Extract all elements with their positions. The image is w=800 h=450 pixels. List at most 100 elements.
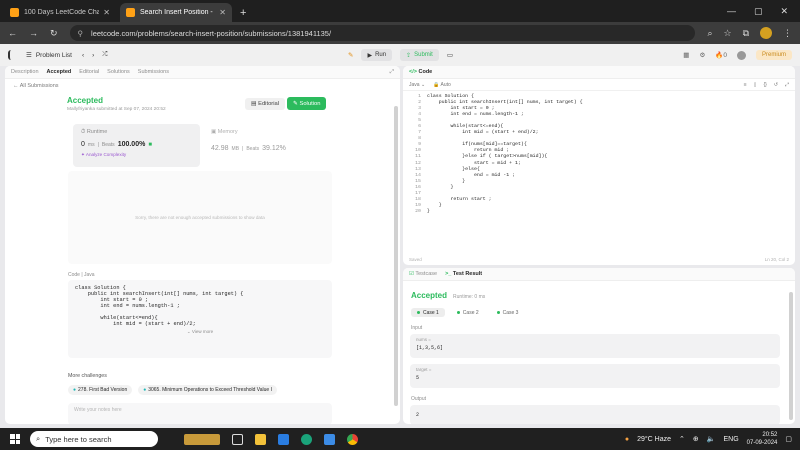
user-avatar[interactable] xyxy=(736,50,746,60)
maximize-icon[interactable]: ▢ xyxy=(754,6,763,17)
tab-submissions[interactable]: Submissions xyxy=(138,69,169,75)
memory-card[interactable]: ▣ Memory 42.98 MB | Beats 39.12% xyxy=(203,124,327,167)
language-select[interactable]: Java ⌄ xyxy=(409,82,425,88)
problem-list-link[interactable]: Problem List xyxy=(36,52,72,59)
weather-text[interactable]: 29°C Haze xyxy=(637,436,671,443)
new-tab-icon[interactable]: + xyxy=(240,7,246,19)
settings-icon[interactable]: ⚙ xyxy=(699,51,705,59)
tab-test-result[interactable]: >_ Test Result xyxy=(445,271,482,277)
left-panel-tabs: Description Accepted Editorial Solutions… xyxy=(5,66,400,79)
challenge-chip[interactable]: ● 278. First Bad Version xyxy=(68,385,133,395)
close-window-icon[interactable]: ✕ xyxy=(780,6,788,17)
windows-start-icon[interactable] xyxy=(10,434,20,444)
analyze-complexity-link[interactable]: ✦ Analyze Complexity xyxy=(81,152,192,158)
task-view-icon[interactable] xyxy=(232,433,243,445)
submitted-code[interactable]: class Solution { public int searchInsert… xyxy=(68,280,332,358)
back-icon[interactable]: ← xyxy=(8,28,17,38)
runtime-unit: ms xyxy=(87,142,95,148)
target-value: 5 xyxy=(416,375,420,381)
tab-code[interactable]: </> Code xyxy=(409,69,432,75)
case-3-tab[interactable]: Case 3 xyxy=(491,308,525,317)
input-label: Input xyxy=(411,325,423,331)
profile-avatar[interactable] xyxy=(760,27,772,39)
leetcode-logo-icon[interactable] xyxy=(8,50,16,60)
shuffle-icon[interactable]: ⤮ xyxy=(102,51,107,59)
forward-icon[interactable]: → xyxy=(29,28,38,38)
tab-description[interactable]: Description xyxy=(11,69,39,75)
line-text: return mid ; xyxy=(427,148,510,154)
challenge-chip[interactable]: ● 3065. Minimum Operations to Exceed Thre… xyxy=(138,385,277,395)
zoom-icon[interactable]: ⌕ xyxy=(707,28,712,39)
leetcode-favicon xyxy=(10,8,19,17)
menu-icon[interactable]: ⋮ xyxy=(783,28,792,39)
fullscreen-icon[interactable]: ⤢ xyxy=(785,82,789,88)
edge-icon[interactable] xyxy=(301,433,312,445)
reset-icon[interactable]: ↺ xyxy=(774,82,778,88)
browser-tab-1[interactable]: 100 Days LeetCode Challenge ✕ xyxy=(4,3,116,22)
result-status-row: Accepted Runtime: 0 ms xyxy=(411,291,485,300)
site-info-icon[interactable]: ⚲ xyxy=(78,29,84,38)
premium-button[interactable]: Premium xyxy=(755,50,792,60)
notes-input[interactable]: Write your notes here xyxy=(68,403,332,424)
mail-icon[interactable] xyxy=(324,433,335,445)
submission-status: Accepted xyxy=(67,96,104,105)
run-button[interactable]: ▶ Run xyxy=(361,49,393,61)
expand-panel-icon[interactable]: ⤢ xyxy=(390,69,394,76)
tab-accepted[interactable]: Accepted xyxy=(47,69,72,75)
browser-tab-2[interactable]: Search Insert Position - LeetCo ✕ xyxy=(120,3,232,22)
runtime-card[interactable]: ⏱ Runtime 0 ms | Beats 100.00% ■ ✦ Analy… xyxy=(73,124,200,167)
taskbar-apps xyxy=(184,433,358,445)
festival-widget-icon[interactable] xyxy=(184,433,220,445)
streak-count[interactable]: 🔥0 xyxy=(715,51,727,59)
prev-problem-icon[interactable]: ‹ xyxy=(82,52,84,59)
url-text: leetcode.com/problems/search-insert-posi… xyxy=(91,28,332,38)
editorial-button[interactable]: ▤ Editorial xyxy=(245,98,286,110)
url-field[interactable]: ⚲ leetcode.com/problems/search-insert-po… xyxy=(69,25,696,41)
tray-chevron-icon[interactable]: ⌃ xyxy=(679,435,685,443)
notification-icon[interactable]: ▢ xyxy=(785,435,792,443)
all-submissions-link[interactable]: ← All Submissions xyxy=(13,83,392,89)
tab-editorial[interactable]: Editorial xyxy=(79,69,99,75)
case-2-tab[interactable]: Case 2 xyxy=(451,308,485,317)
tab-solutions[interactable]: Solutions xyxy=(107,69,130,75)
bookmark-star-icon[interactable]: ☆ xyxy=(723,28,731,39)
debug-icon[interactable]: ✎ xyxy=(348,51,353,59)
close-tab-icon[interactable]: ✕ xyxy=(103,8,110,17)
tab-testcase[interactable]: ☑ Testcase xyxy=(409,271,437,277)
weather-icon[interactable]: ● xyxy=(625,436,629,443)
browser-actions: ⌕ ☆ ⧉ ⋮ xyxy=(707,27,792,39)
speaker-icon[interactable]: 🔈 xyxy=(707,435,716,443)
code-braces-icon[interactable]: {} xyxy=(763,82,766,88)
line-text: int start = 0 ; xyxy=(427,106,495,112)
reload-icon[interactable]: ↻ xyxy=(50,28,58,39)
network-icon[interactable]: ⊕ xyxy=(693,435,699,443)
code-area[interactable]: 1 class Solution {2 public int searchInse… xyxy=(407,94,791,215)
minimize-icon[interactable]: — xyxy=(727,6,736,17)
list-icon[interactable]: ☰ xyxy=(26,51,32,59)
chrome-icon[interactable] xyxy=(347,433,358,445)
view-more-button[interactable]: ⌄ View more xyxy=(75,328,325,335)
result-scrollbar[interactable] xyxy=(789,292,793,420)
close-tab-icon[interactable]: ✕ xyxy=(219,8,226,17)
clock[interactable]: 20:52 07-09-2024 xyxy=(747,431,778,447)
language-indicator[interactable]: ENG xyxy=(724,436,739,443)
saved-status: Saved xyxy=(409,257,422,262)
line-text: } xyxy=(427,208,430,214)
difficulty-dot-icon: ● xyxy=(143,387,147,393)
layout-icon[interactable]: ▦ xyxy=(683,51,689,59)
bookmark-icon[interactable]: ▯ xyxy=(754,82,757,88)
left-panel-scrollbar[interactable] xyxy=(394,106,398,406)
taskbar-search[interactable]: ⌕ Type here to search xyxy=(30,431,158,447)
case-tabs: Case 1 Case 2 Case 3 xyxy=(411,308,528,317)
notes-icon[interactable]: ▭ xyxy=(447,51,453,59)
next-problem-icon[interactable]: › xyxy=(92,52,94,59)
store-icon[interactable] xyxy=(278,433,289,445)
line-text: public int searchInsert(int[] nums, int … xyxy=(427,100,583,106)
case-1-tab[interactable]: Case 1 xyxy=(411,308,445,317)
format-icon[interactable]: ≡ xyxy=(744,82,747,88)
submit-button[interactable]: ⇪ Submit xyxy=(400,49,439,61)
extensions-icon[interactable]: ⧉ xyxy=(743,28,749,39)
auto-mode[interactable]: 🔒 Auto xyxy=(433,82,451,88)
solution-button[interactable]: ✎ Solution xyxy=(287,97,327,110)
file-explorer-icon[interactable] xyxy=(255,433,266,445)
